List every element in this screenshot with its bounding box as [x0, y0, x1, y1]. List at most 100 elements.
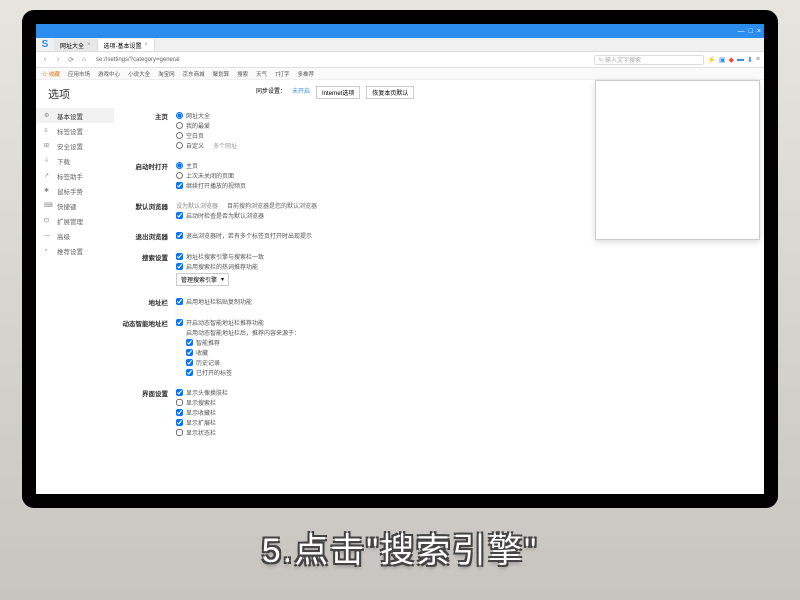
maximize-button[interactable]: □ — [749, 28, 753, 35]
opt-label: 上次未关闭的页面 — [186, 171, 234, 180]
check-smart-rec[interactable] — [186, 339, 193, 346]
dropdown-popup[interactable] — [595, 80, 760, 240]
opt-label: 启用搜索栏的热词推荐功能 — [186, 262, 258, 271]
bookmark-item[interactable]: 小说大全 — [128, 70, 150, 78]
check-ui-search[interactable] — [176, 399, 183, 406]
section-label: 界面设置 — [114, 387, 176, 437]
check-default-startup[interactable] — [176, 212, 183, 219]
sidebar-item-download[interactable]: ⇩下载 — [36, 153, 114, 168]
sidebar-item-label: 扩展管理 — [57, 216, 83, 226]
sidebar-item-label: 高级 — [57, 231, 70, 241]
bookmark-item[interactable]: 京东商城 — [183, 70, 205, 78]
sync-label: 同步设置： — [256, 86, 286, 99]
flash-icon[interactable]: ⚡ — [707, 56, 716, 64]
bookmark-item[interactable]: T打字 — [275, 70, 289, 78]
opt-label: 已打开的标签 — [196, 368, 232, 377]
check-ui-ext[interactable] — [176, 419, 183, 426]
sidebar-item-label: 标签设置 — [57, 126, 83, 136]
check-search-hotword[interactable] — [176, 263, 183, 270]
list-icon: ≡ — [44, 128, 52, 134]
radio-startup-home[interactable] — [176, 162, 183, 169]
reset-defaults-button[interactable]: 恢复本页默认 — [366, 86, 414, 99]
section-label: 退出浏览器 — [114, 230, 176, 241]
bookmark-item[interactable]: 淘宝网 — [158, 70, 175, 78]
check-exit-prompt[interactable] — [176, 232, 183, 239]
bookmark-item[interactable]: 天气 — [256, 70, 267, 78]
opt-label: 显示收藏栏 — [186, 408, 216, 417]
check-smart-addr[interactable] — [176, 319, 183, 326]
bookmark-item[interactable]: 应用市场 — [68, 70, 90, 78]
arrow-icon: ↗ — [44, 172, 52, 179]
check-smart-opened[interactable] — [186, 369, 193, 376]
tab-settings[interactable]: 选项-基本设置 × — [98, 39, 156, 51]
sidebar-item-gestures[interactable]: ✱鼠标手势 — [36, 183, 114, 198]
download-icon[interactable]: ⬇ — [747, 56, 753, 64]
opt-label: 显示头像换肤栏 — [186, 388, 228, 397]
opt-label: 地址栏搜索引擎与搜索栏一致 — [186, 252, 264, 261]
radio-startup-last[interactable] — [176, 172, 183, 179]
opt-label: 显示状态栏 — [186, 428, 216, 437]
smart-addr-note: 启用动态智能地址栏后，推荐内容来源于： — [186, 328, 300, 337]
bookmark-item[interactable]: 聚划算 — [213, 70, 230, 78]
ext2-icon[interactable]: ▬ — [737, 56, 744, 64]
sidebar-item-extensions[interactable]: ⊡扩展管理 — [36, 213, 114, 228]
page-title: 选项 — [48, 86, 70, 102]
sidebar-item-recommended[interactable]: ◔推荐设置 — [36, 243, 114, 258]
window-titlebar: — □ × — [36, 24, 764, 38]
radio-home-fav[interactable] — [176, 122, 183, 129]
settings-sidebar: ⚙ 基本设置 ≡ 标签设置 ⊞安全设置 ⇩下载 ↗标签助手 ✱鼠标手势 ⌨快捷键 ⊡… — [36, 80, 114, 494]
check-startup-video[interactable] — [176, 182, 183, 189]
opt-label: 主页 — [186, 161, 198, 170]
sidebar-item-advanced[interactable]: — 高级 — [36, 228, 114, 243]
back-button[interactable]: ‹ — [40, 55, 50, 65]
bookmark-item[interactable]: 多推荐 — [298, 70, 315, 78]
internet-options-button[interactable]: Internet选项 — [316, 86, 360, 99]
opt-label: 继续打开播放的视频页 — [186, 181, 246, 190]
section-smart-addr: 动态智能地址栏 开启动态智能地址栏推荐功能 启用动态智能地址栏后，推荐内容来源于… — [114, 317, 764, 377]
check-addrbar-paste[interactable] — [176, 298, 183, 305]
url-field[interactable]: se://settings/?category=general — [92, 57, 591, 63]
check-ui-avatar[interactable] — [176, 389, 183, 396]
search-input[interactable]: ✎ 输入文字搜索 — [594, 55, 704, 65]
bookmark-fav[interactable]: ☆ 收藏 — [42, 70, 60, 78]
close-icon[interactable]: × — [87, 42, 91, 48]
gear-icon: ⚙ — [44, 112, 52, 119]
clock-icon: ◔ — [44, 248, 52, 254]
sidebar-item-basic[interactable]: ⚙ 基本设置 — [36, 108, 114, 123]
check-ui-fav[interactable] — [176, 409, 183, 416]
radio-home-blank[interactable] — [176, 132, 183, 139]
check-smart-history[interactable] — [186, 359, 193, 366]
forward-button[interactable]: › — [53, 55, 63, 65]
select-label: 管理搜索引擎 — [181, 275, 217, 284]
opt-label: 我的最爱 — [186, 121, 210, 130]
sync-status-link[interactable]: 未开启 — [292, 86, 310, 99]
user-icon[interactable]: ▣ — [719, 56, 726, 64]
sidebar-item-label: 基本设置 — [57, 111, 83, 121]
check-smart-fav[interactable] — [186, 349, 193, 356]
radio-home-custom[interactable] — [176, 142, 183, 149]
home-button[interactable]: ⌂ — [79, 55, 89, 65]
menu-icon[interactable]: ≡ — [756, 56, 760, 64]
sidebar-item-tabhelper[interactable]: ↗标签助手 — [36, 168, 114, 183]
close-icon[interactable]: × — [145, 42, 149, 48]
minimize-button[interactable]: — — [738, 28, 745, 35]
tab-label: 网址大全 — [60, 41, 84, 50]
reload-button[interactable]: ⟳ — [66, 55, 76, 65]
check-search-same[interactable] — [176, 253, 183, 260]
manage-search-engine-select[interactable]: 管理搜索引擎▾ — [176, 273, 229, 286]
set-default-button[interactable]: 设为默认浏览器 — [176, 201, 218, 210]
close-button[interactable]: × — [757, 28, 761, 35]
bookmark-item[interactable]: 搜索 — [237, 70, 248, 78]
sidebar-item-tabs[interactable]: ≡ 标签设置 — [36, 123, 114, 138]
ext1-icon[interactable]: ◆ — [729, 56, 734, 64]
sidebar-item-security[interactable]: ⊞安全设置 — [36, 138, 114, 153]
radio-home-sitelist[interactable] — [176, 112, 183, 119]
tab-bar: S 网址大全 × 选项-基本设置 × — [36, 38, 764, 52]
content-area: 选项 同步设置： 未开启 Internet选项 恢复本页默认 ⚙ 基本设置 ≡ 标签… — [36, 80, 764, 494]
tab-sitelist[interactable]: 网址大全 × — [54, 39, 98, 51]
dash-icon: — — [44, 233, 52, 239]
screen: — □ × S 网址大全 × 选项-基本设置 × ‹ › ⟳ ⌂ se://se… — [36, 24, 764, 494]
check-ui-status[interactable] — [176, 429, 183, 436]
sidebar-item-shortcuts[interactable]: ⌨快捷键 — [36, 198, 114, 213]
bookmark-item[interactable]: 游戏中心 — [98, 70, 120, 78]
